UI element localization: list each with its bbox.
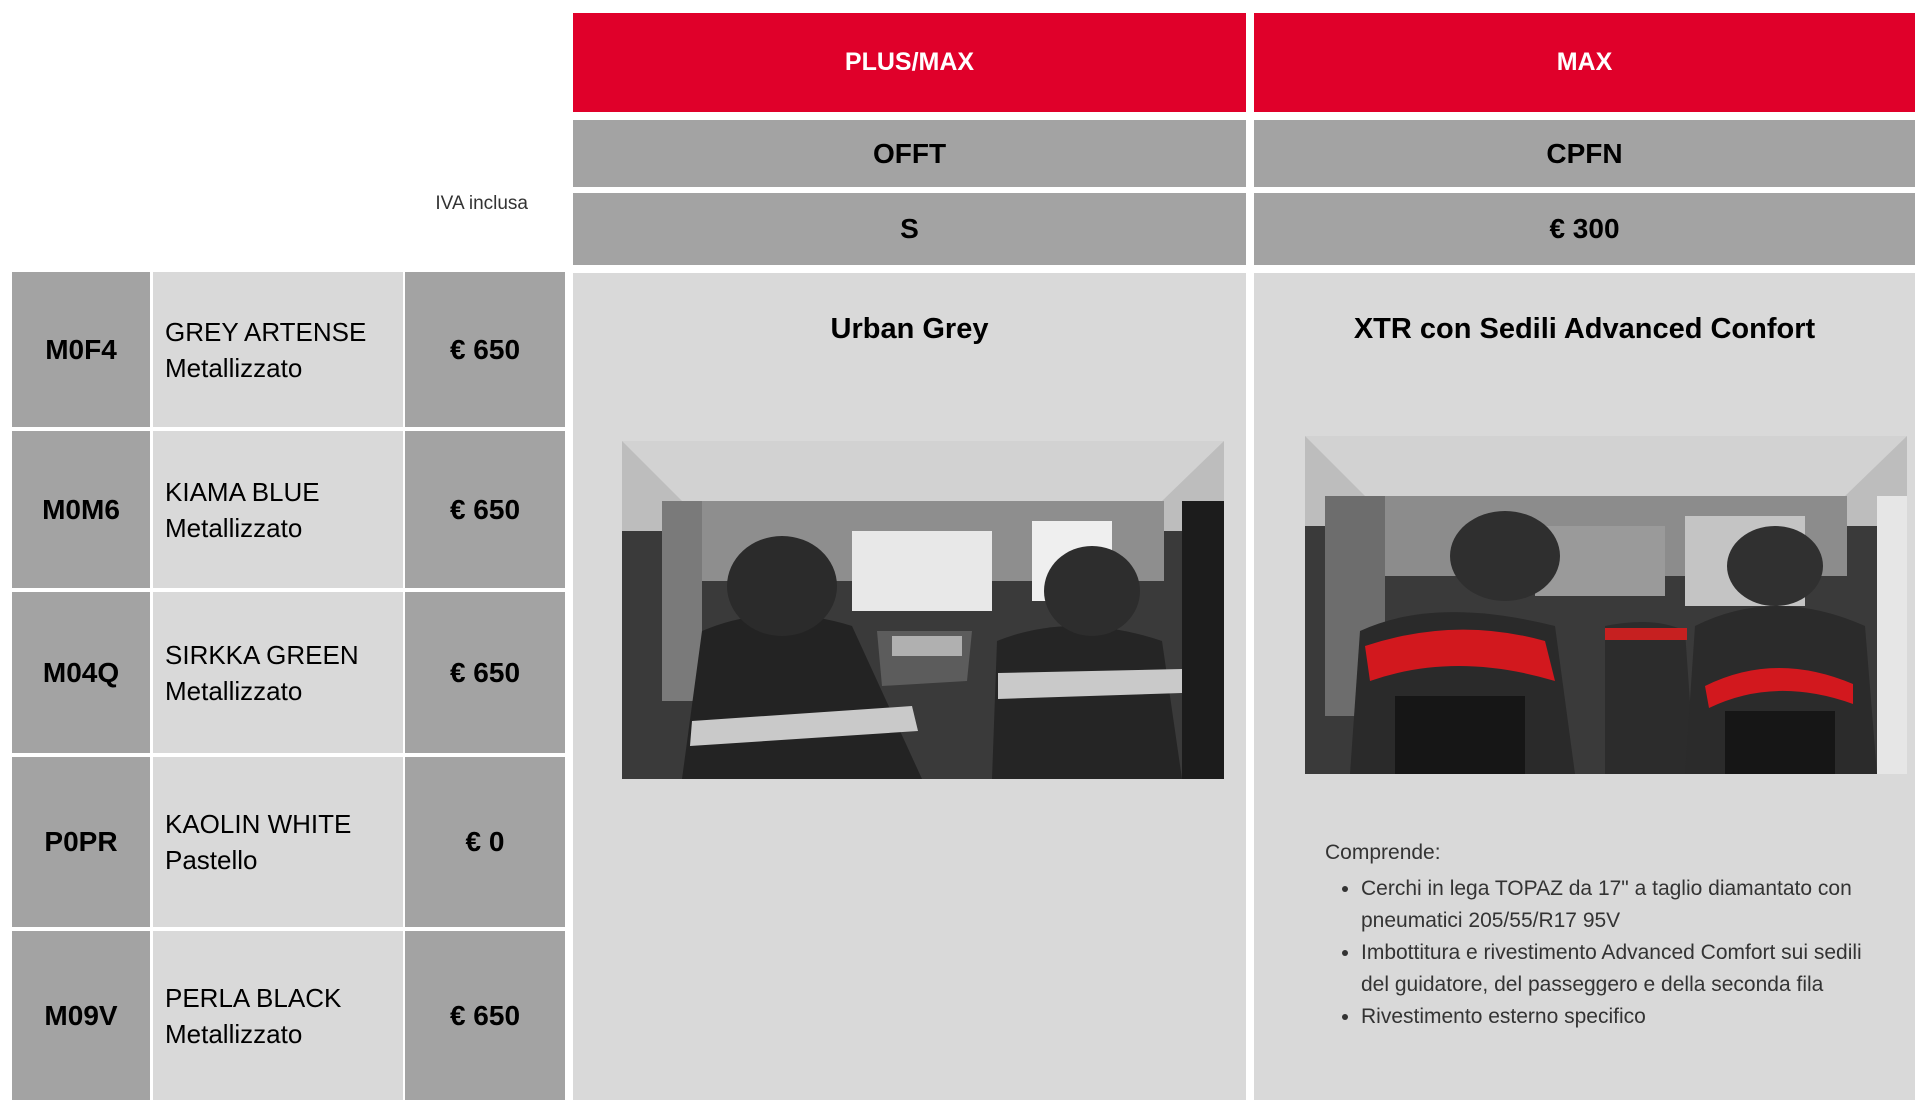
- color-price: € 650: [449, 656, 521, 688]
- trim-label: MAX: [1556, 48, 1613, 76]
- color-price: € 0: [465, 826, 505, 857]
- color-code: M09V: [44, 999, 118, 1031]
- interior-photo: [1305, 436, 1907, 774]
- color-price: € 650: [449, 333, 521, 365]
- seat-interior-image: [1305, 436, 1907, 774]
- trim-header-plus-max: PLUS/MAX: [573, 13, 1246, 112]
- option-price: S: [900, 213, 919, 244]
- color-finish: Metallizzato: [165, 512, 303, 543]
- includes-block: Comprende: Cerchi in lega TOPAZ da 17" a…: [1325, 837, 1895, 1033]
- color-price-cell: € 650: [405, 931, 565, 1100]
- color-name-cell: KAOLIN WHITE Pastello: [153, 757, 403, 927]
- color-code: M0F4: [45, 333, 117, 365]
- color-code-cell: P0PR: [12, 757, 150, 927]
- color-name: KAOLIN WHITE: [165, 809, 352, 839]
- color-code: M0M6: [42, 493, 120, 525]
- color-price: € 650: [449, 493, 521, 525]
- color-code-cell: M0F4: [12, 272, 150, 427]
- color-name: PERLA BLACK: [165, 982, 342, 1013]
- option-code-cell: CPFN: [1254, 120, 1915, 187]
- color-code: P0PR: [44, 826, 118, 857]
- interior-panel-urban-grey: Urban Grey: [573, 273, 1246, 1100]
- color-name-cell: GREY ARTENSE Metallizzato: [153, 272, 403, 427]
- color-code-cell: M0M6: [12, 431, 150, 588]
- includes-label: Comprende:: [1325, 841, 1441, 864]
- option-code-cell: OFFT: [573, 120, 1246, 187]
- color-finish: Metallizzato: [165, 675, 303, 706]
- color-code: M04Q: [42, 656, 120, 688]
- option-price-cell: € 300: [1254, 193, 1915, 265]
- color-price-cell: € 650: [405, 272, 565, 427]
- option-price: € 300: [1549, 213, 1620, 244]
- color-finish: Pastello: [165, 845, 258, 875]
- interior-title: Urban Grey: [830, 313, 989, 345]
- color-name-cell: PERLA BLACK Metallizzato: [153, 931, 403, 1100]
- option-code: OFFT: [872, 137, 947, 169]
- color-name: SIRKKA GREEN: [165, 639, 359, 670]
- color-name-cell: SIRKKA GREEN Metallizzato: [153, 592, 403, 753]
- seat-interior-image: [622, 441, 1224, 779]
- interior-photo: [622, 441, 1224, 779]
- includes-item: Rivestimento esterno specifico: [1361, 1001, 1895, 1033]
- color-name: KIAMA BLUE: [165, 476, 320, 507]
- color-name: GREY ARTENSE: [165, 316, 367, 347]
- trim-label: PLUS/MAX: [844, 48, 975, 76]
- vat-note: IVA inclusa: [435, 193, 528, 214]
- color-finish: Metallizzato: [165, 352, 303, 383]
- color-price-cell: € 650: [405, 431, 565, 588]
- option-price-cell: S: [573, 193, 1246, 265]
- trim-header-max: MAX: [1254, 13, 1915, 112]
- interior-title: XTR con Sedili Advanced Confort: [1353, 313, 1816, 345]
- color-price: € 650: [449, 999, 521, 1031]
- interior-panel-xtr-advanced-comfort: XTR con Sedili Advanced Confort Comprend…: [1254, 273, 1915, 1100]
- color-code-cell: M09V: [12, 931, 150, 1100]
- includes-item: Cerchi in lega TOPAZ da 17" a taglio dia…: [1361, 873, 1895, 937]
- includes-item: Imbottitura e rivestimento Advanced Comf…: [1361, 937, 1895, 1001]
- color-price-cell: € 0: [405, 757, 565, 927]
- color-code-cell: M04Q: [12, 592, 150, 753]
- option-code: CPFN: [1546, 137, 1623, 169]
- color-price-cell: € 650: [405, 592, 565, 753]
- color-name-cell: KIAMA BLUE Metallizzato: [153, 431, 403, 588]
- color-finish: Metallizzato: [165, 1018, 303, 1049]
- includes-list: Cerchi in lega TOPAZ da 17" a taglio dia…: [1325, 873, 1895, 1033]
